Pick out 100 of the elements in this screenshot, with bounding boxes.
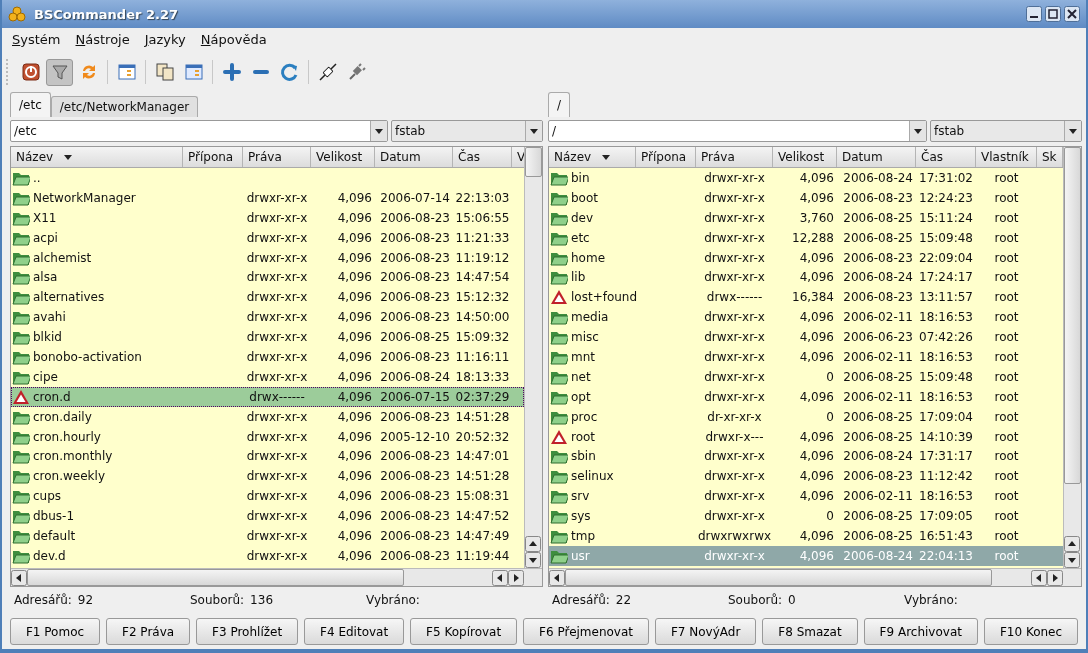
file-row[interactable]: net drwxr-xr-x 0 2006-08-25 15:09:48 root [549, 366, 1063, 387]
function-key-button[interactable]: F6 Přejmenovat [523, 618, 649, 645]
scroll-thumb[interactable] [27, 569, 404, 586]
file-row[interactable]: selinux drwxr-xr-x 4,096 2006-08-23 11:12:42 root [549, 466, 1063, 487]
scroll-left-icon[interactable] [11, 569, 27, 586]
file-name: cron.weekly [33, 469, 105, 484]
file-row[interactable]: cron.hourly drwxr-xr-x 4,096 2005-12-10 20:52:32 [11, 426, 524, 447]
function-key-button[interactable]: F1 Pomoc [10, 618, 101, 645]
vertical-scrollbar[interactable] [1063, 147, 1081, 568]
scroll-thumb[interactable] [1064, 147, 1081, 484]
file-row[interactable]: cron.monthly drwxr-xr-x 4,096 2006-08-23 14:47:01 [11, 446, 524, 467]
file-row[interactable]: NetworkManager drwxr-xr-x 4,096 2006-07-14 22:13:03 [11, 187, 524, 208]
file-row[interactable]: srv drwxr-xr-x 4,096 2006-02-11 18:16:53 root [549, 486, 1063, 507]
column-header[interactable]: Velikost [311, 147, 375, 167]
menu-item[interactable]: Systém [12, 32, 61, 49]
file-row[interactable]: alsa drwxr-xr-x 4,096 2006-08-23 14:47:54 [11, 267, 524, 288]
table-cell: 2006-02-11 [843, 389, 913, 404]
scroll-up-icon[interactable] [525, 536, 541, 552]
table-cell: 2006-08-23 [380, 250, 450, 265]
function-key-button[interactable]: F3 Prohlížet [196, 618, 299, 645]
file-row[interactable]: X11 drwxr-xr-x 4,096 2006-08-23 15:06:55 [11, 207, 524, 228]
scroll-down-icon[interactable] [525, 552, 541, 568]
scroll-right-icon[interactable] [508, 569, 524, 586]
file-row[interactable]: cron.daily drwxr-xr-x 4,096 2006-08-23 14:51:28 [11, 406, 524, 427]
column-header[interactable]: Název [11, 147, 183, 167]
sort-arrow-icon [63, 153, 74, 161]
function-key-button[interactable]: F10 Konec [983, 618, 1079, 645]
column-header[interactable]: Velikost [773, 147, 837, 167]
file-row[interactable]: root drwxr-x--- 4,096 2006-08-25 14:10:39 root [549, 426, 1063, 447]
column-header[interactable]: Práva [243, 147, 311, 167]
menu-item[interactable]: Nástroje [75, 32, 130, 49]
scroll-up-icon[interactable] [1064, 536, 1080, 552]
file-row[interactable]: dev.d drwxr-xr-x 4,096 2006-08-23 11:19:44 [11, 545, 524, 566]
file-row[interactable]: bonobo-activation drwxr-xr-x 4,096 2006-08-23 11:16:11 [11, 347, 524, 367]
file-row[interactable]: sbin drwxr-xr-x 4,096 2006-08-24 17:31:17 root [549, 446, 1063, 467]
scroll-thumb[interactable] [565, 569, 992, 586]
column-header[interactable]: Čas [453, 147, 512, 167]
function-key-button[interactable]: F7 NovýAdr [655, 618, 757, 645]
file-row[interactable]: blkid drwxr-xr-x 4,096 2006-08-25 15:09:32 [11, 327, 524, 347]
file-row[interactable]: media drwxr-xr-x 4,096 2006-02-11 18:16:53 root [549, 307, 1063, 328]
horizontal-scrollbar[interactable] [11, 568, 542, 586]
column-header[interactable]: Datum [375, 147, 453, 167]
file-row[interactable]: .. [11, 168, 524, 188]
scroll-thumb[interactable] [525, 147, 542, 177]
vertical-scrollbar[interactable] [524, 147, 542, 568]
tab[interactable]: / [548, 92, 571, 117]
function-key-button[interactable]: F8 Smazat [762, 618, 858, 645]
menu-item[interactable]: Nápověda [200, 32, 267, 49]
column-header[interactable]: Přípona [183, 147, 243, 167]
table-cell: root [994, 489, 1019, 504]
file-row[interactable]: tmp drwxrwxrwx 4,096 2006-08-25 16:51:43 root [549, 526, 1063, 546]
column-header[interactable]: Název [549, 147, 636, 167]
file-row[interactable]: etc drwxr-xr-x 12,288 2006-08-25 15:09:48 root [549, 227, 1063, 248]
horizontal-scrollbar[interactable] [549, 568, 1081, 586]
file-row[interactable]: alternatives drwxr-xr-x 4,096 2006-08-23 15:12:32 [11, 287, 524, 308]
path-combo[interactable]: / [548, 120, 927, 142]
file-row[interactable]: default drwxr-xr-x 4,096 2006-08-23 14:47:49 [11, 526, 524, 546]
scroll-left-icon[interactable] [549, 569, 565, 586]
function-key-button[interactable]: F2 Práva [106, 618, 191, 645]
table-cell: 4,096 [337, 310, 372, 325]
path-combo[interactable]: /etc [10, 120, 388, 142]
file-row[interactable]: dev drwxr-xr-x 3,760 2006-08-25 15:11:24 root [549, 207, 1063, 228]
file-row[interactable]: boot drwxr-xr-x 4,096 2006-08-23 12:24:23 root [549, 187, 1063, 208]
function-key-button[interactable]: F4 Editovat [304, 618, 405, 645]
file-row[interactable]: mnt drwxr-xr-x 4,096 2006-02-11 18:16:53 root [549, 347, 1063, 367]
file-row[interactable]: lib drwxr-xr-x 4,096 2006-08-24 17:24:17 root [549, 267, 1063, 288]
file-row[interactable]: opt drwxr-xr-x 4,096 2006-02-11 18:16:53 root [549, 386, 1063, 407]
file-row[interactable]: bin drwxr-xr-x 4,096 2006-08-24 17:31:02 root [549, 168, 1063, 188]
file-row[interactable]: cipe drwxr-xr-x 4,096 2006-08-24 18:13:33 [11, 366, 524, 387]
menu-item[interactable]: Jazyky [144, 32, 186, 49]
column-header[interactable]: Vlastník [976, 147, 1037, 167]
filter-combo[interactable]: fstab [391, 120, 543, 142]
filter-combo[interactable]: fstab [930, 120, 1082, 142]
column-header[interactable]: Čas [916, 147, 976, 167]
file-row[interactable]: proc dr-xr-xr-x 0 2006-08-25 17:09:04 root [549, 406, 1063, 427]
tab[interactable]: /etc [10, 92, 51, 117]
tab[interactable]: /etc/NetworkManager [50, 96, 199, 117]
scroll-left-icon[interactable] [1031, 569, 1047, 586]
file-row[interactable]: lost+found drwx------ 16,384 2006-08-23 13:11:57 root [549, 287, 1063, 308]
maximize-icon[interactable] [1045, 6, 1061, 22]
column-header[interactable]: Datum [837, 147, 916, 167]
file-row[interactable]: alchemist drwxr-xr-x 4,096 2006-08-23 11:19:12 [11, 247, 524, 268]
close-icon[interactable] [1064, 6, 1080, 22]
file-row[interactable]: misc drwxr-xr-x 4,096 2006-06-23 07:42:26 root [549, 327, 1063, 347]
file-row[interactable]: dbus-1 drwxr-xr-x 4,096 2006-08-23 14:47:52 [11, 506, 524, 527]
file-row[interactable]: acpi drwxr-xr-x 4,096 2006-08-23 11:21:33 [11, 227, 524, 248]
file-row[interactable]: cron.weekly drwxr-xr-x 4,096 2006-08-23 14:51:28 [11, 466, 524, 487]
minimize-icon[interactable] [1026, 6, 1042, 22]
scroll-right-icon[interactable] [1047, 569, 1063, 586]
file-name: .. [33, 170, 41, 185]
column-header[interactable]: Práva [696, 147, 773, 167]
scroll-down-icon[interactable] [1064, 552, 1080, 568]
scroll-left-icon[interactable] [492, 569, 508, 586]
column-header[interactable]: Přípona [636, 147, 696, 167]
function-key-button[interactable]: F5 Kopírovat [410, 618, 518, 645]
file-row[interactable]: cups drwxr-xr-x 4,096 2006-08-23 15:08:31 [11, 486, 524, 507]
function-key-button[interactable]: F9 Archivovat [863, 618, 978, 645]
file-row[interactable]: avahi drwxr-xr-x 4,096 2006-08-23 14:50:00 [11, 307, 524, 328]
file-row[interactable]: sys drwxr-xr-x 0 2006-08-25 17:09:05 root [549, 506, 1063, 527]
file-row[interactable]: home drwxr-xr-x 4,096 2006-08-23 22:09:04 root [549, 247, 1063, 268]
